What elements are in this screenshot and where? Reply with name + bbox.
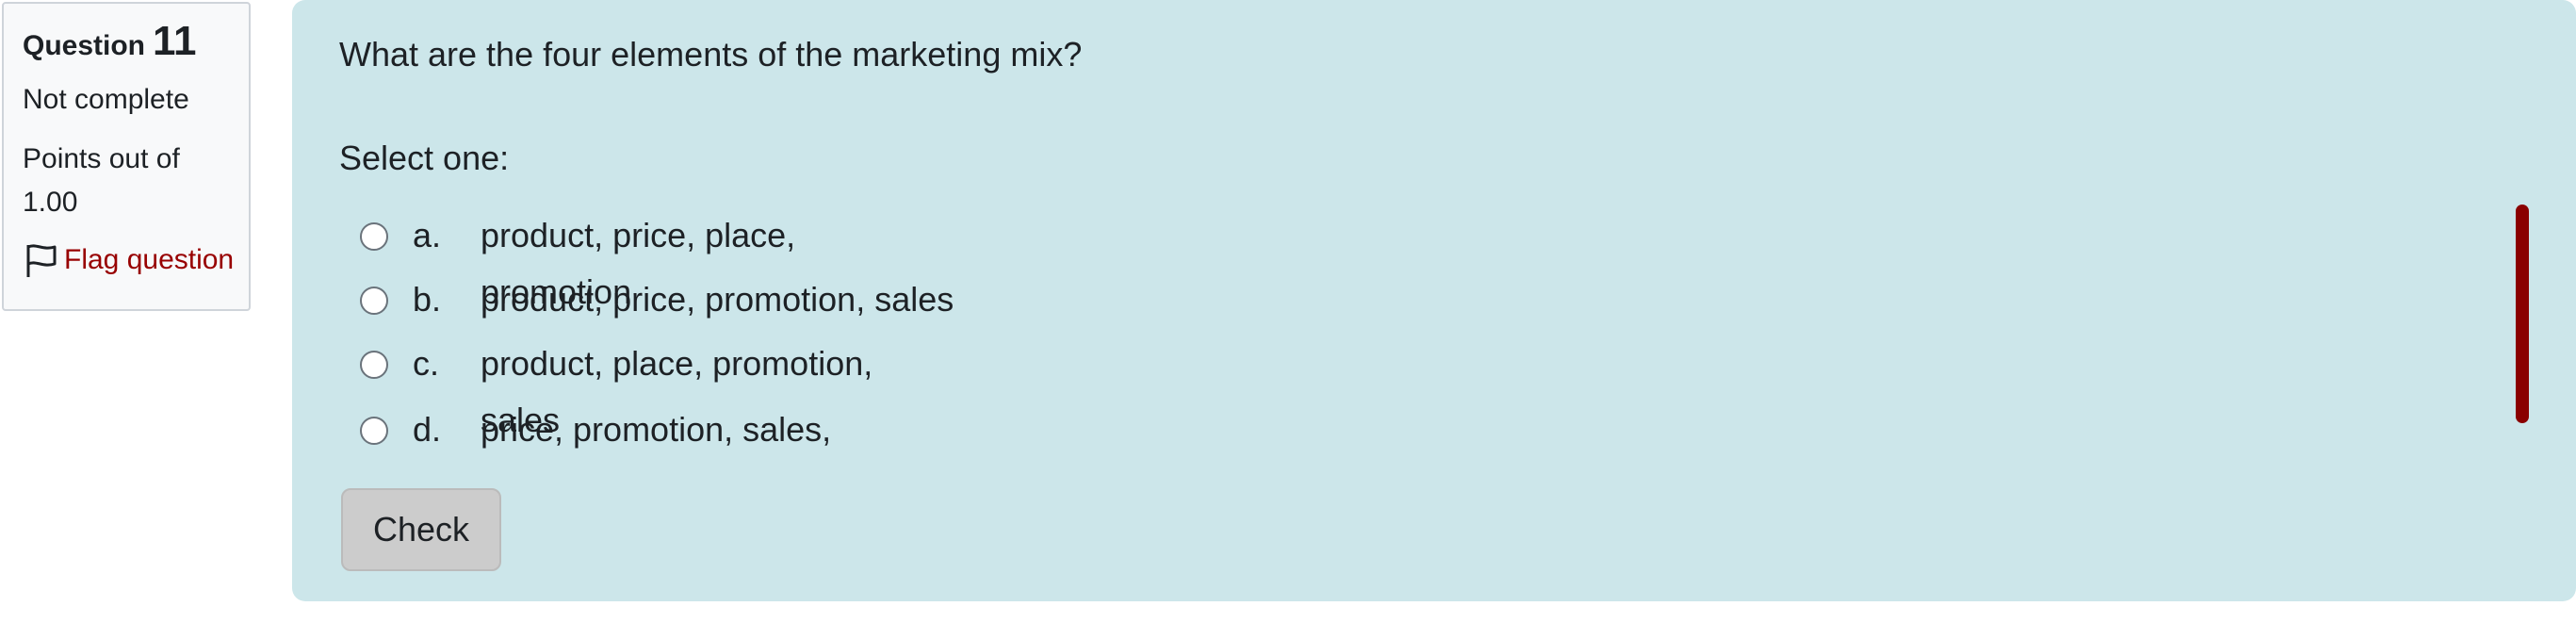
option-letter: b. bbox=[413, 280, 442, 319]
question-info-panel: Question 11 Not complete Points out of 1.… bbox=[2, 2, 251, 311]
scrollbar-thumb[interactable] bbox=[2516, 205, 2529, 423]
radio-button[interactable] bbox=[360, 287, 388, 315]
radio-button[interactable] bbox=[360, 222, 388, 251]
select-one-prompt: Select one: bbox=[339, 139, 510, 177]
option-letter: c. bbox=[413, 344, 440, 383]
radio-button[interactable] bbox=[360, 417, 388, 445]
option-letter: d. bbox=[413, 410, 442, 449]
question-number: Question 11 bbox=[23, 21, 249, 62]
flag-outline-icon bbox=[23, 241, 60, 279]
flag-question-link[interactable]: Flag question bbox=[23, 239, 249, 281]
question-grade: Points out of 1.00 bbox=[23, 143, 180, 218]
option-letter: a. bbox=[413, 216, 442, 254]
question-number-value: 11 bbox=[153, 18, 197, 64]
flag-question-label: Flag question bbox=[64, 244, 235, 275]
option-text: price, promotion, sales, bbox=[481, 410, 832, 449]
check-button[interactable]: Check bbox=[341, 488, 501, 571]
radio-button[interactable] bbox=[360, 351, 388, 379]
question-label: Question bbox=[23, 30, 146, 61]
question-text: What are the four elements of the market… bbox=[339, 35, 1083, 74]
option-text: product, price, promotion, sales bbox=[481, 280, 954, 319]
question-content: What are the four elements of the market… bbox=[292, 0, 2576, 601]
question-state: Not complete bbox=[23, 84, 189, 115]
